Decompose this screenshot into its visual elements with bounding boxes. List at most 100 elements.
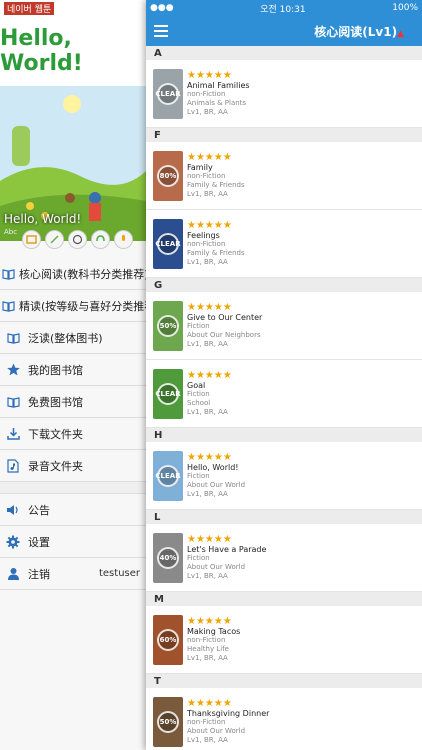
book-list-panel: ●●● 오전 10:31 100% 核心阅读(Lv1)▲ A CLEAR ★★★★★…: [146, 0, 422, 750]
book-level: Lv1, BR, AA: [187, 108, 228, 116]
book-type: Fiction: [187, 472, 210, 480]
microphone-icon[interactable]: [114, 230, 133, 249]
rating-stars: ★★★★★: [187, 220, 232, 231]
headphones-icon[interactable]: [91, 230, 110, 249]
menu-item-free-library[interactable]: 免费图书馆: [0, 386, 146, 418]
book-type: non-Fiction: [187, 636, 226, 644]
book-open-icon: [2, 332, 24, 344]
side-menu: 네이버 웹툰 Hello, World! Hello, World! Abc 核…: [0, 0, 160, 750]
progress-badge: CLEAR: [155, 382, 181, 405]
book-info: ★★★★★ Thanksgiving Dinner non-Fiction About…: [187, 698, 269, 745]
book-info: ★★★★★ Feelings non-Fiction Family & Friends…: [187, 220, 245, 267]
download-icon: [2, 427, 24, 440]
status-battery: 100%: [392, 3, 418, 13]
book-cover-thumbnail[interactable]: 80%: [153, 150, 183, 201]
book-cover-thumbnail[interactable]: CLEAR: [153, 368, 183, 419]
book-row[interactable]: CLEAR ★★★★★ Feelings non-Fiction Family & Fr…: [146, 210, 422, 278]
book-row[interactable]: CLEAR ★★★★★ Goal Fiction School Lv1, BR, AA: [146, 360, 422, 428]
book-topic: About Our World: [187, 727, 246, 735]
book-info: ★★★★★ Family non-Fiction Family & Friends Lv…: [187, 152, 245, 199]
section-header: G: [146, 278, 422, 292]
vocabulary-icon[interactable]: [68, 230, 87, 249]
book-info: ★★★★★ Hello, World! Fiction About Our World…: [187, 452, 245, 499]
book-level: Lv1, BR, AA: [187, 340, 228, 348]
progress-badge: CLEAR: [155, 464, 181, 487]
section-header: L: [146, 510, 422, 524]
progress-badge: CLEAR: [155, 232, 181, 255]
menu-item-recordings[interactable]: 录音文件夹: [0, 450, 146, 482]
book-toolbar: [22, 230, 133, 249]
section-header: H: [146, 428, 422, 442]
book-cover-thumbnail[interactable]: CLEAR: [153, 450, 183, 501]
book-title: Making Tacos: [187, 627, 241, 636]
book-topic: School: [187, 399, 211, 407]
book-info: ★★★★★ Animal Families non-Fiction Animals &…: [187, 70, 250, 117]
book-type: non-Fiction: [187, 172, 226, 180]
book-level: Lv1, BR, AA: [187, 258, 228, 266]
menu-item-logout[interactable]: 注销 testuser: [0, 558, 146, 590]
progress-badge: 50%: [157, 710, 179, 733]
section-header: T: [146, 674, 422, 688]
book-cover-thumbnail[interactable]: 50%: [153, 300, 183, 351]
speaker-icon: [2, 504, 24, 516]
menu-divider: [0, 482, 146, 494]
book-title: Hello, World!: [187, 463, 239, 472]
book-row[interactable]: CLEAR ★★★★★ Hello, World! Fiction About Our …: [146, 442, 422, 510]
progress-badge: CLEAR: [155, 82, 181, 105]
book-title: Let's Have a Parade: [187, 545, 267, 554]
book-list: A CLEAR ★★★★★ Animal Families non-Fiction Ani…: [146, 46, 422, 750]
hamburger-menu-icon[interactable]: [154, 22, 168, 41]
book-level: Lv1, BR, AA: [187, 736, 228, 744]
rating-stars: ★★★★★: [187, 302, 232, 313]
progress-badge: 80%: [157, 164, 179, 187]
book-row[interactable]: CLEAR ★★★★★ Animal Families non-Fiction Anim…: [146, 60, 422, 128]
book-type: non-Fiction: [187, 240, 226, 248]
gear-icon: [2, 535, 24, 549]
menu-item-extensive-reading[interactable]: 泛读(整体图书): [0, 322, 146, 354]
status-badge: 네이버 웹툰: [4, 1, 55, 15]
section-header: M: [146, 592, 422, 606]
menu-item-notice[interactable]: 公告: [0, 494, 146, 526]
menu-item-intensive-reading[interactable]: 精读(按等级与喜好分类推荐): [0, 290, 160, 322]
rating-stars: ★★★★★: [187, 152, 232, 163]
progress-badge: 60%: [157, 628, 179, 651]
book-cover-thumbnail[interactable]: 40%: [153, 532, 183, 583]
book-info: ★★★★★ Goal Fiction School Lv1, BR, AA: [187, 370, 232, 417]
signal-icon: ●●●: [150, 3, 174, 13]
book-row[interactable]: 80% ★★★★★ Family non-Fiction Family & Friend…: [146, 142, 422, 210]
book-overlay-title: Hello, World!: [4, 212, 82, 226]
page-title[interactable]: 核心阅读(Lv1)▲: [314, 23, 414, 40]
menu-item-downloads[interactable]: 下载文件夹: [0, 418, 146, 450]
menu-item-core-reading[interactable]: 核心阅读(教科书分类推荐): [0, 258, 149, 290]
book-level: Lv1, BR, AA: [187, 572, 228, 580]
book-topic: Family & Friends: [187, 181, 245, 189]
book-level: Lv1, BR, AA: [187, 408, 228, 416]
user-icon: [2, 567, 24, 580]
read-book-icon[interactable]: [22, 230, 41, 249]
star-icon: [2, 363, 24, 376]
book-cover-thumbnail[interactable]: CLEAR: [153, 68, 183, 119]
rating-stars: ★★★★★: [187, 698, 232, 709]
edit-icon[interactable]: [45, 230, 64, 249]
book-topic: Family & Friends: [187, 249, 245, 257]
progress-badge: 50%: [157, 314, 179, 337]
book-title: Hello, World!: [0, 16, 146, 86]
username-label: testuser: [98, 568, 140, 579]
book-row[interactable]: 60% ★★★★★ Making Tacos non-Fiction Healthy L…: [146, 606, 422, 674]
menu-item-settings[interactable]: 设置: [0, 526, 146, 558]
book-title: Animal Families: [187, 81, 250, 90]
status-time: 오전 10:31: [260, 4, 306, 15]
book-overlay-subtitle: Abc: [4, 228, 18, 236]
book-cover-thumbnail[interactable]: 60%: [153, 614, 183, 665]
book-topic: About Our Neighbors: [187, 331, 261, 339]
book-row[interactable]: 50% ★★★★★ Thanksgiving Dinner non-Fiction Ab…: [146, 688, 422, 750]
menu-item-my-library[interactable]: 我的图书馆: [0, 354, 146, 386]
rating-stars: ★★★★★: [187, 370, 232, 381]
book-cover-thumbnail[interactable]: 50%: [153, 696, 183, 747]
book-row[interactable]: 50% ★★★★★ Give to Our Center Fiction About O…: [146, 292, 422, 360]
rating-stars: ★★★★★: [187, 616, 232, 627]
book-row[interactable]: 40% ★★★★★ Let's Have a Parade Fiction About …: [146, 524, 422, 592]
book-type: Fiction: [187, 554, 210, 562]
book-cover-thumbnail[interactable]: CLEAR: [153, 218, 183, 269]
book-title: Give to Our Center: [187, 313, 263, 322]
